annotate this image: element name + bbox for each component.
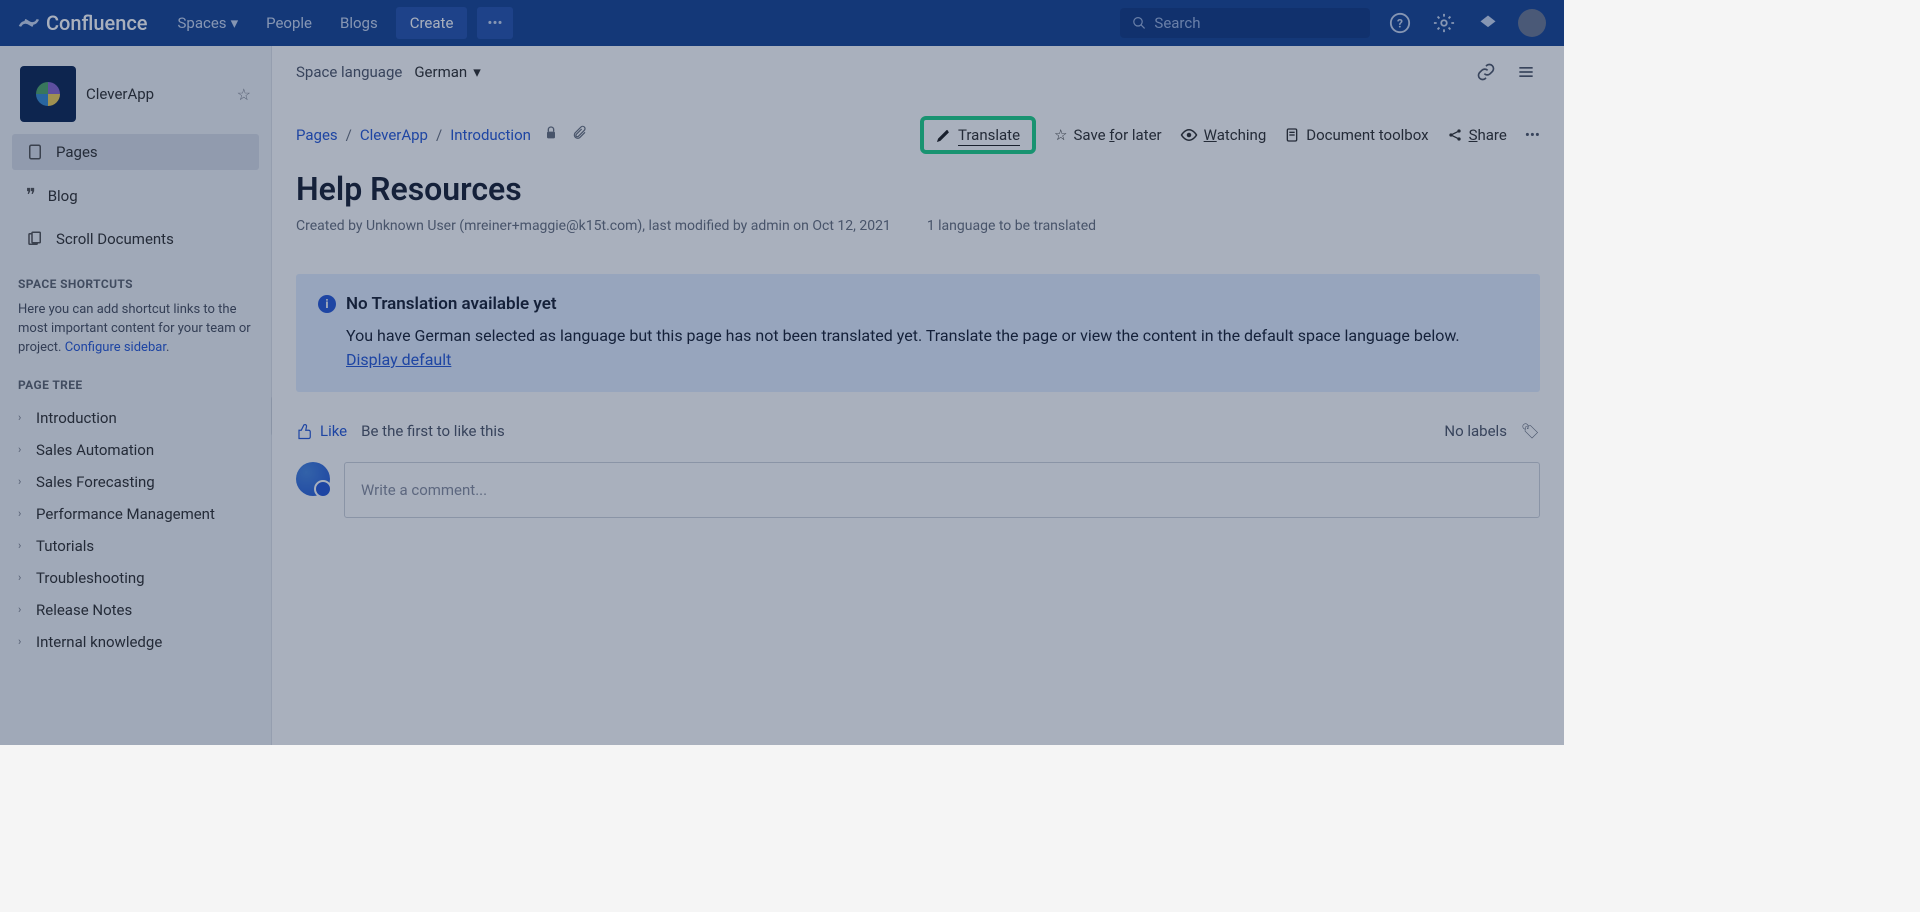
chevron-right-icon: › <box>18 571 28 584</box>
tree-item-tutorials[interactable]: ›Tutorials <box>12 530 259 562</box>
watching-button[interactable]: Watching <box>1180 126 1267 144</box>
shortcuts-header: SPACE SHORTCUTS <box>18 277 253 291</box>
breadcrumb-pages[interactable]: Pages <box>296 126 338 144</box>
settings-icon[interactable] <box>1430 9 1458 37</box>
main-content: Space language German ▾ Pages / CleverAp… <box>272 46 1564 745</box>
chevron-right-icon: › <box>18 635 28 648</box>
sidebar-item-label: Blog <box>48 187 78 205</box>
attachments-icon[interactable] <box>571 125 587 145</box>
page-meta: Created by Unknown User (mreiner+maggie@… <box>296 218 1540 234</box>
tree-item-internal-knowledge[interactable]: ›Internal knowledge <box>12 626 259 658</box>
search-box[interactable] <box>1120 8 1370 38</box>
restrictions-icon[interactable] <box>543 125 559 145</box>
shortcuts-help: Here you can add shortcut links to the m… <box>12 301 259 358</box>
document-icon <box>1284 127 1300 143</box>
no-labels-text: No labels <box>1444 422 1507 440</box>
share-icon <box>1447 127 1463 143</box>
sidebar-item-pages[interactable]: Pages <box>12 134 259 170</box>
language-selector[interactable]: German ▾ <box>414 63 480 81</box>
like-row: Like Be the first to like this No labels… <box>296 422 1540 440</box>
notifications-icon[interactable] <box>1474 9 1502 37</box>
more-actions-button[interactable]: ••• <box>1525 126 1540 144</box>
more-button[interactable]: ••• <box>477 7 512 39</box>
space-language-label: Space language <box>296 63 402 81</box>
page-icon <box>26 143 44 161</box>
product-name: Confluence <box>46 11 148 35</box>
eye-icon <box>1180 126 1198 144</box>
svg-text:?: ? <box>1397 17 1403 31</box>
top-navbar: Confluence Spaces▾ People Blogs Create •… <box>0 0 1564 46</box>
user-avatar[interactable] <box>1518 9 1546 37</box>
space-logo <box>20 66 76 122</box>
search-icon <box>1132 15 1146 31</box>
save-for-later-button[interactable]: ☆ Save for later <box>1054 126 1162 144</box>
breadcrumb: Pages / CleverApp / Introduction <box>296 125 587 145</box>
chevron-down-icon: ▾ <box>231 14 239 32</box>
like-button[interactable]: Like <box>296 422 347 440</box>
breadcrumb-page[interactable]: Introduction <box>450 126 531 144</box>
blogs-link[interactable]: Blogs <box>330 8 388 38</box>
like-hint: Be the first to like this <box>361 422 505 440</box>
space-header[interactable]: CleverApp ☆ <box>12 60 259 128</box>
info-icon: i <box>318 295 336 313</box>
chevron-right-icon: › <box>18 603 28 616</box>
star-icon[interactable]: ☆ <box>237 85 251 104</box>
breadcrumb-space[interactable]: CleverApp <box>360 126 428 144</box>
tree-item-performance-management[interactable]: ›Performance Management <box>12 498 259 530</box>
sidebar: CleverApp ☆ Pages ❞ Blog Scroll Document… <box>0 46 272 745</box>
translate-button[interactable]: Translate <box>920 116 1036 154</box>
configure-sidebar-link[interactable]: Configure sidebar <box>65 340 166 355</box>
page-title: Help Resources <box>296 170 1540 208</box>
tree-item-introduction[interactable]: ›Introduction <box>12 402 259 434</box>
create-button[interactable]: Create <box>396 7 468 39</box>
confluence-logo[interactable]: Confluence <box>18 11 148 35</box>
page-toolbar: Pages / CleverApp / Introduction Transla… <box>296 98 1540 164</box>
confluence-icon <box>18 12 40 34</box>
search-input[interactable] <box>1154 14 1358 32</box>
chevron-right-icon: › <box>18 507 28 520</box>
comment-input[interactable]: Write a comment... <box>344 462 1540 518</box>
tree-item-troubleshooting[interactable]: ›Troubleshooting <box>12 562 259 594</box>
pencil-icon <box>936 127 952 143</box>
tree-item-release-notes[interactable]: ›Release Notes <box>12 594 259 626</box>
space-language-bar: Space language German ▾ <box>272 46 1564 98</box>
tree-item-sales-forecasting[interactable]: ›Sales Forecasting <box>12 466 259 498</box>
info-panel-body: You have German selected as language but… <box>346 326 1460 345</box>
page-translation-meta: 1 language to be translated <box>927 218 1096 234</box>
comment-row: Write a comment... <box>296 462 1540 518</box>
chevron-down-icon: ▾ <box>473 63 481 81</box>
sidebar-item-scroll-documents[interactable]: Scroll Documents <box>12 221 259 257</box>
sidebar-item-label: Pages <box>56 143 98 161</box>
page-tree-header: PAGE TREE <box>18 378 253 392</box>
sidebar-item-blog[interactable]: ❞ Blog <box>12 176 259 215</box>
chevron-right-icon: › <box>18 475 28 488</box>
chevron-right-icon: › <box>18 411 28 424</box>
space-name: CleverApp <box>86 85 227 103</box>
link-icon[interactable] <box>1472 58 1500 86</box>
info-panel: i No Translation available yet You have … <box>296 274 1540 392</box>
tree-item-sales-automation[interactable]: ›Sales Automation <box>12 434 259 466</box>
help-icon[interactable]: ? <box>1386 9 1414 37</box>
people-link[interactable]: People <box>256 8 322 38</box>
spaces-menu[interactable]: Spaces▾ <box>168 8 249 38</box>
quote-icon: ❞ <box>26 185 36 206</box>
document-toolbox-button[interactable]: Document toolbox <box>1284 126 1428 144</box>
star-icon: ☆ <box>1054 126 1067 144</box>
documents-icon <box>26 230 44 248</box>
display-default-link[interactable]: Display default <box>346 350 451 369</box>
chevron-right-icon: › <box>18 539 28 552</box>
comment-avatar <box>296 462 330 496</box>
page-author-meta: Created by Unknown User (mreiner+maggie@… <box>296 218 891 234</box>
chevron-right-icon: › <box>18 443 28 456</box>
label-icon[interactable]: 🏷 <box>1521 422 1540 440</box>
share-button[interactable]: Share <box>1447 126 1507 144</box>
sidebar-item-label: Scroll Documents <box>56 230 174 248</box>
thumbs-up-icon <box>296 422 314 440</box>
info-panel-title: No Translation available yet <box>346 294 557 314</box>
hamburger-icon[interactable] <box>1512 58 1540 86</box>
